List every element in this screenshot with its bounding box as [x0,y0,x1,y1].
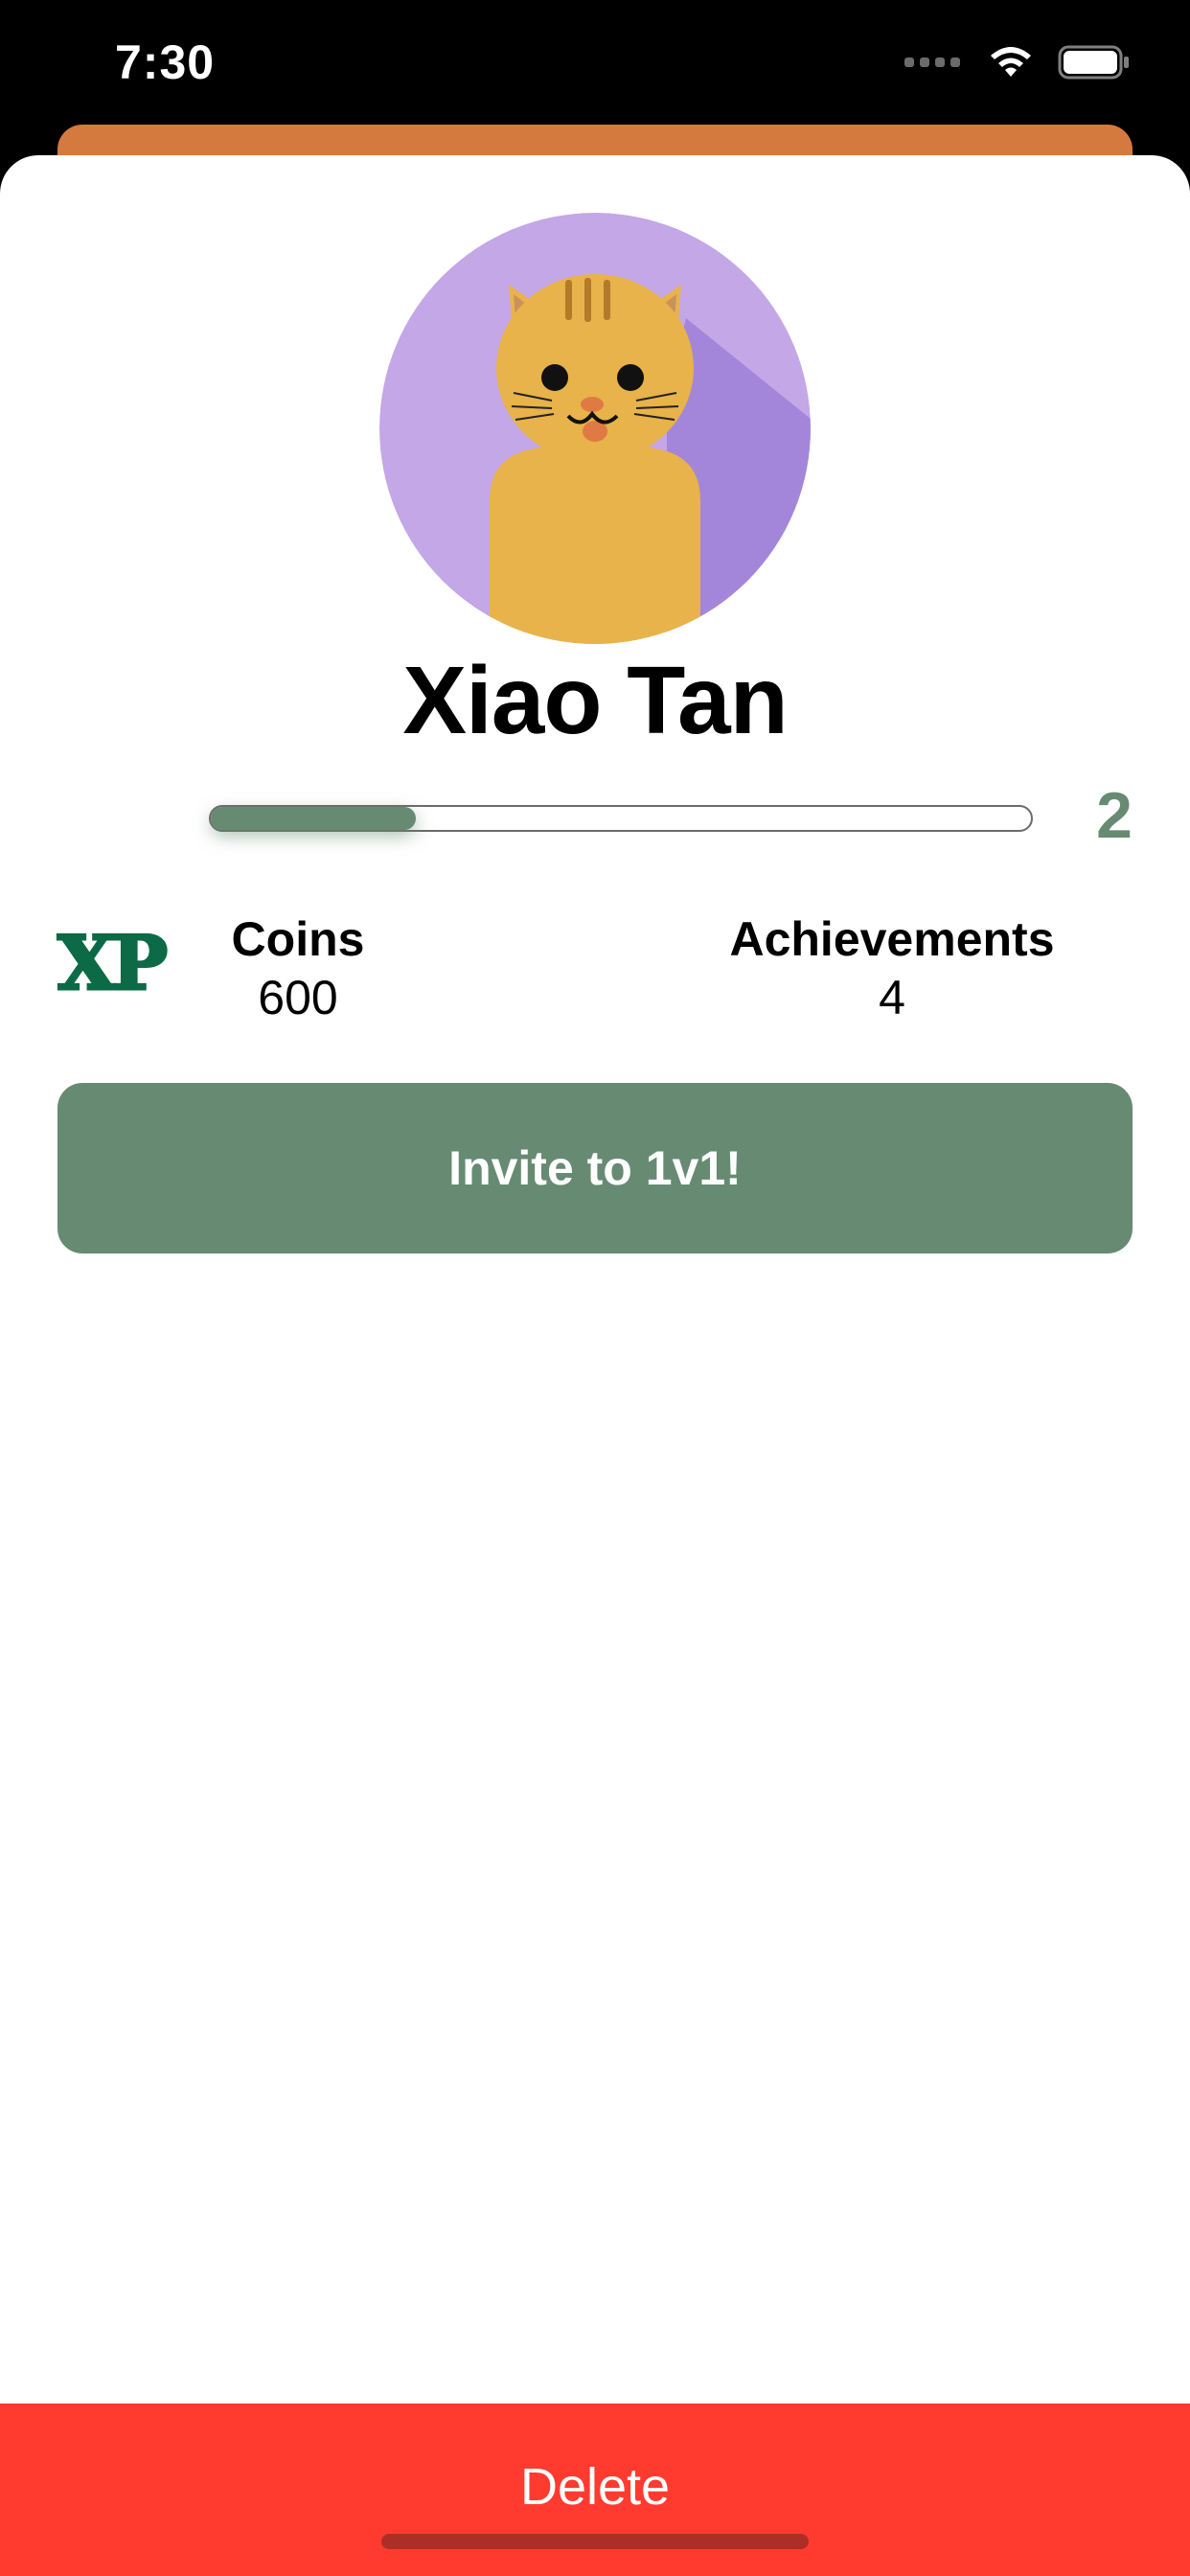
status-time: 7:30 [115,35,216,89]
achievements-label: Achievements [729,912,1055,966]
xp-progress-fill [211,807,416,830]
cat-avatar-icon [379,213,811,644]
delete-button[interactable]: Delete [0,2404,1190,2576]
battery-icon [1058,45,1129,80]
achievements-stat: Achievements 4 [652,910,1132,1027]
achievements-value: 4 [879,971,905,1024]
player-name: Xiao Tan [402,647,788,754]
profile-sheet: Xiao Tan XP 2 Coins 600 Achievements 4 I… [0,155,1190,2576]
coins-stat: Coins 600 [58,910,538,1027]
home-indicator [381,2534,809,2549]
screen: 7:30 Xiao Tan XP 2 Coins 600 Achievement… [0,0,1190,2576]
delete-label: Delete [519,2458,671,2516]
invite-button[interactable]: Invite to 1v1! [57,1083,1133,1254]
status-bar: 7:30 [0,0,1190,134]
xp-progress-bar [209,805,1033,832]
coins-label: Coins [231,912,365,966]
status-icons [904,44,1131,80]
level-value: 2 [1096,779,1133,852]
coins-value: 600 [258,971,338,1024]
signal-dots-icon [904,58,960,67]
wifi-icon [991,47,1031,77]
